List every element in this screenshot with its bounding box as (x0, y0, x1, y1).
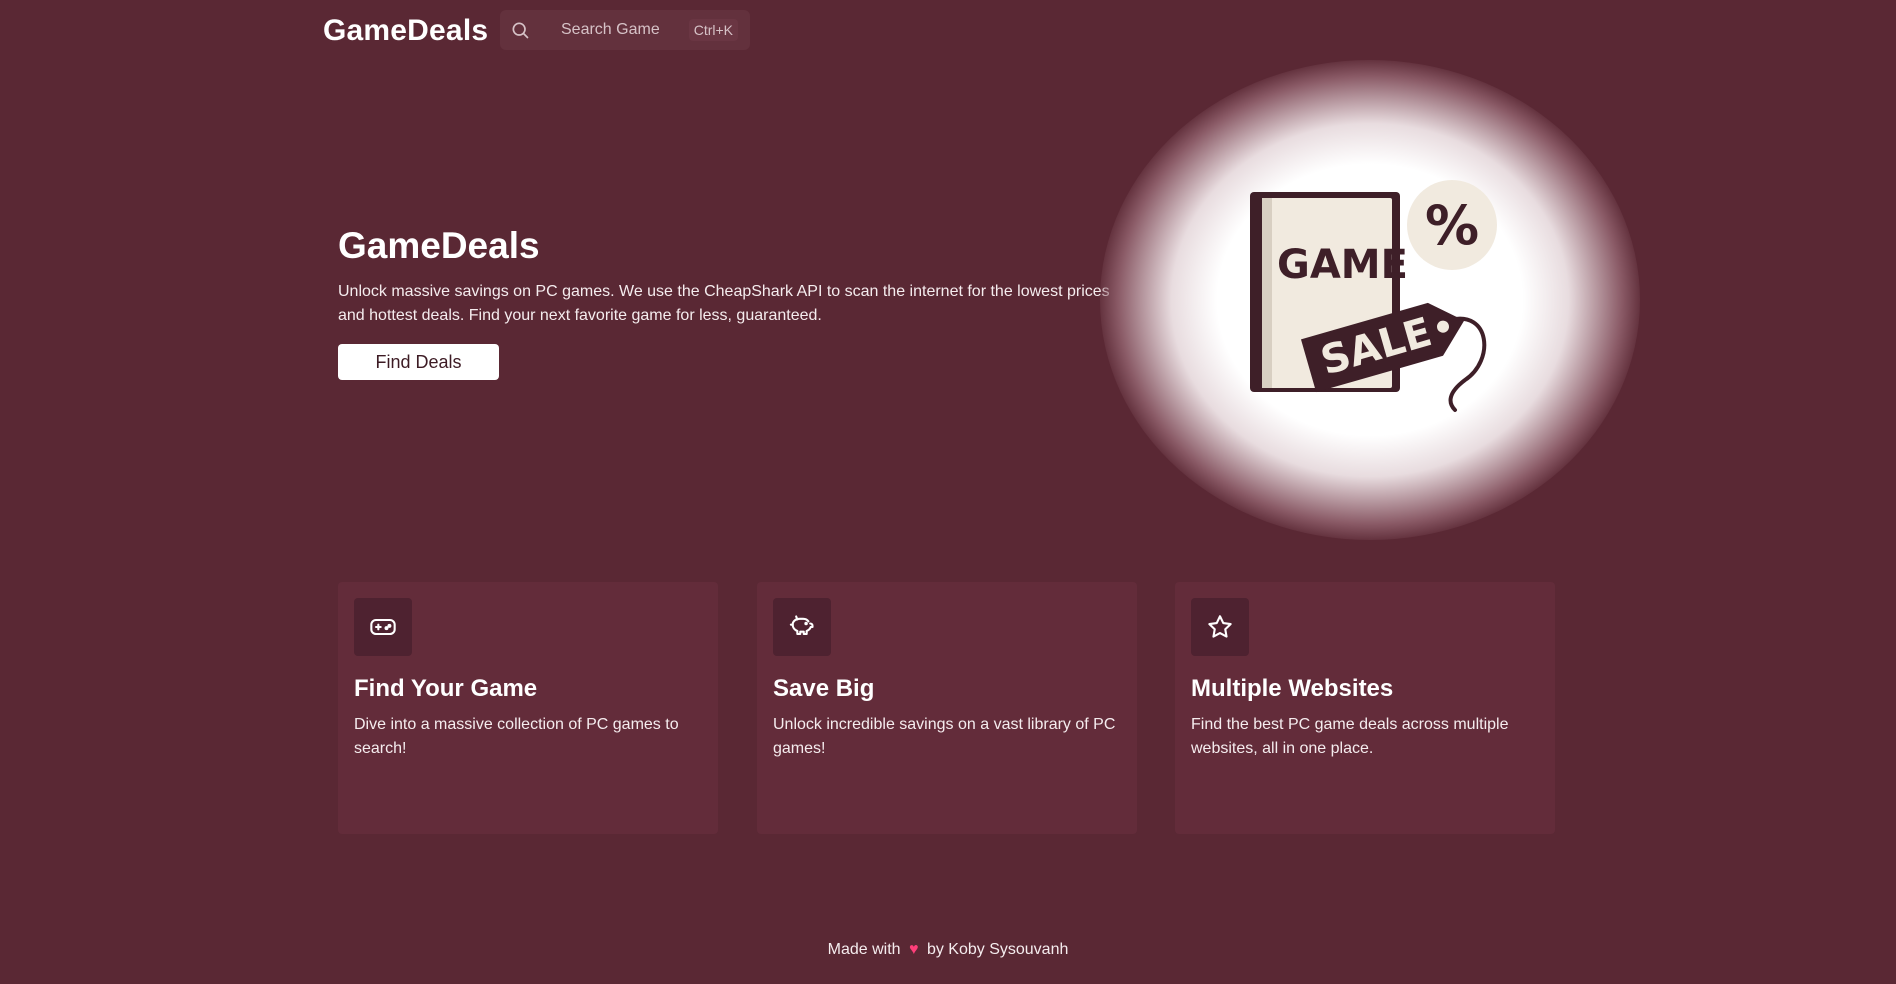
feature-icon-tile (354, 598, 412, 656)
search-box[interactable]: Search Game Ctrl+K (500, 10, 750, 50)
brand-logo-text[interactable]: GameDeals (323, 14, 488, 48)
feature-icon-tile (773, 598, 831, 656)
heart-icon: ♥ (909, 941, 919, 958)
feature-title: Save Big (773, 675, 875, 702)
feature-card-find-your-game: Find Your Game Dive into a massive colle… (338, 582, 718, 834)
gamepad-icon (370, 618, 396, 636)
game-sale-illustration: GAME % SALE (1250, 180, 1497, 412)
star-icon (1208, 615, 1232, 638)
art-percent-text: % (1425, 194, 1479, 257)
footer-made-with: Made with (827, 941, 901, 958)
footer: Made with ♥ by Koby Sysouvanh (0, 941, 1896, 959)
footer-author: by Koby Sysouvanh (926, 941, 1069, 958)
feature-description: Find the best PC game deals across multi… (1191, 716, 1509, 757)
find-deals-button[interactable]: Find Deals (338, 344, 499, 380)
feature-description: Unlock incredible savings on a vast libr… (773, 716, 1116, 757)
feature-title: Multiple Websites (1191, 675, 1394, 702)
art-game-text: GAME (1277, 242, 1408, 288)
piggy-bank-icon (789, 615, 814, 636)
feature-icon-tile (1191, 598, 1249, 656)
feature-card-save-big: Save Big Unlock incredible savings on a … (757, 582, 1137, 834)
feature-description: Dive into a massive collection of PC gam… (354, 716, 679, 757)
search-icon (512, 22, 529, 39)
search-placeholder: Search Game (561, 21, 660, 38)
hero-description: Unlock massive savings on PC games. We u… (338, 283, 1110, 324)
feature-title: Find Your Game (354, 675, 538, 702)
search-shortcut-hint: Ctrl+K (688, 19, 738, 41)
hero-title: GameDeals (338, 225, 540, 266)
feature-card-multiple-websites: Multiple Websites Find the best PC game … (1175, 582, 1555, 834)
top-navbar: GameDeals Search Game Ctrl+K (0, 0, 1896, 60)
